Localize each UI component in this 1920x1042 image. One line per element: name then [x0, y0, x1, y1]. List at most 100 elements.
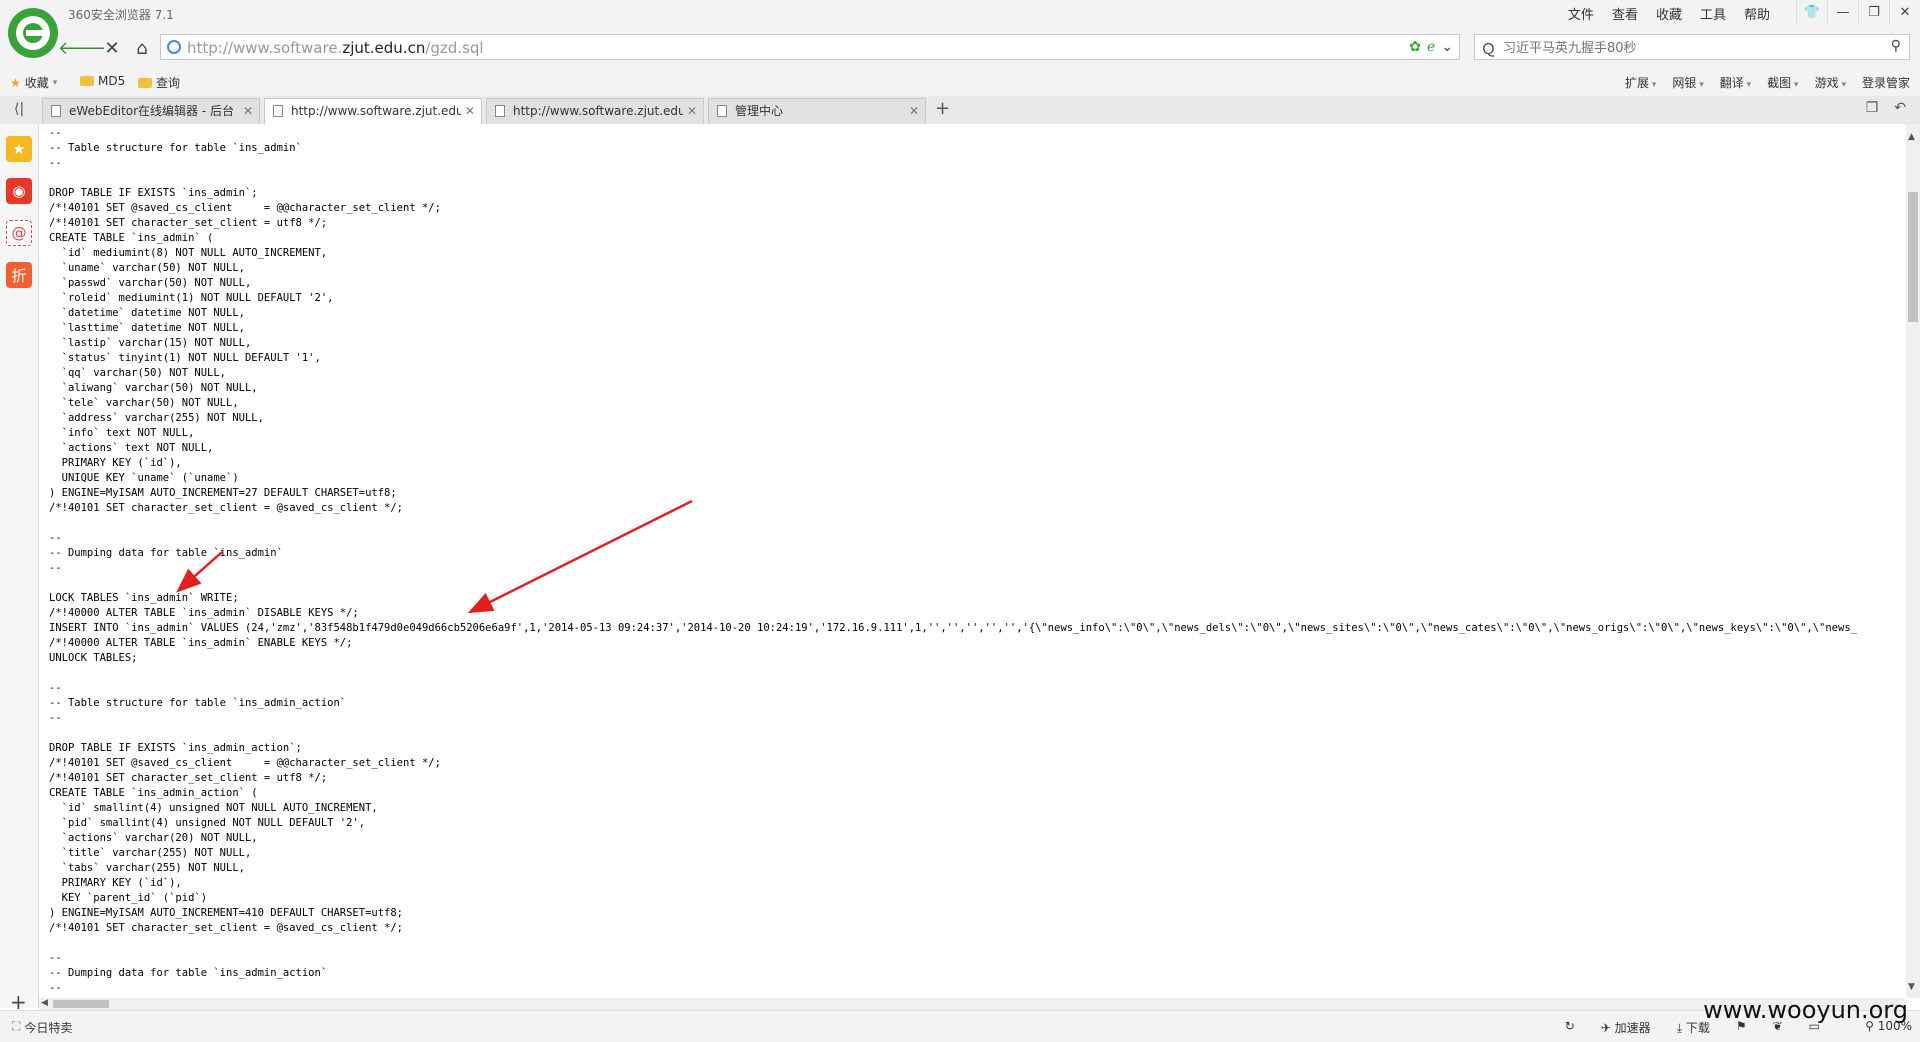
code-line: /*!40000 ALTER TABLE `ins_admin` ENABLE … [49, 637, 353, 649]
menu-help[interactable]: 帮助 [1744, 4, 1770, 23]
vertical-scroll-thumb[interactable] [1908, 192, 1918, 322]
code-line: `lastip` varchar(15) NOT NULL, [49, 337, 252, 349]
vertical-scrollbar[interactable]: ▲ ▼ [1906, 124, 1920, 998]
bookmark-query[interactable]: 查询 [138, 74, 180, 91]
close-tab-icon[interactable]: ✕ [909, 99, 919, 123]
status-bar: ⛶ 今日特卖 ↻ ✈ 加速器 ⤓ 下载 ⚑ ❦ ▭ ⚲ 100% [0, 1010, 1920, 1042]
sidebar-toggle-icon[interactable]: ⟨| [14, 101, 24, 117]
close-tab-icon[interactable]: ✕ [682, 99, 697, 123]
daily-deals-button[interactable]: ⛶ 今日特卖 [12, 1019, 72, 1036]
stop-icon[interactable]: ✕ [100, 36, 124, 60]
tab-admin-center[interactable]: 管理中心 ✕ [708, 98, 926, 124]
code-line: `lasttime` datetime NOT NULL, [49, 322, 245, 334]
page-icon [51, 105, 61, 117]
code-line: `uname` varchar(50) NOT NULL, [49, 262, 245, 274]
scroll-down-icon[interactable]: ▼ [1908, 982, 1915, 992]
code-line: DROP TABLE IF EXISTS `ins_admin`; [49, 187, 258, 199]
shirt-icon[interactable]: 👕 [1796, 0, 1827, 24]
accelerator-button[interactable]: ✈ 加速器 [1601, 1019, 1651, 1036]
code-line: -- Dumping data for table `ins_admin` [49, 547, 283, 559]
code-line: `actions` text NOT NULL, [49, 442, 214, 454]
bookmark-md5[interactable]: MD5 [80, 74, 125, 88]
search-box[interactable]: Ｑ ⚲ [1474, 34, 1910, 60]
close-icon[interactable]: ✕ [1889, 0, 1920, 24]
undo-close-icon[interactable]: ↶ [1894, 100, 1906, 116]
tab-software-site[interactable]: http://www.software.zjut.edu ✕ [486, 98, 704, 124]
code-line: CREATE TABLE `ins_admin` ( [49, 232, 214, 244]
code-line: -- Table structure for table `ins_admin_… [49, 697, 347, 709]
menu-view[interactable]: 查看 [1612, 4, 1638, 23]
code-line: ) ENGINE=MyISAM AUTO_INCREMENT=410 DEFAU… [49, 907, 404, 919]
address-icons: ✿ ℯ ⌄ [1409, 39, 1453, 55]
weibo-icon[interactable]: ◉ [6, 178, 32, 204]
code-line: /*!40101 SET character_set_client = utf8… [49, 217, 328, 229]
screenshot-button[interactable]: 截图 [1767, 74, 1798, 91]
sql-dump-text: -- -- Table structure for table `ins_adm… [49, 126, 1857, 996]
code-line: PRIMARY KEY (`id`), [49, 457, 182, 469]
extensions-button[interactable]: 扩展 [1625, 74, 1656, 91]
menu-tools[interactable]: 工具 [1700, 4, 1726, 23]
code-line: /*!40000 ALTER TABLE `ins_admin` DISABLE… [49, 607, 359, 619]
code-line: -- [49, 532, 62, 544]
new-tab-icon[interactable]: + [935, 98, 950, 119]
search-engine-icon[interactable]: Ｑ [1481, 38, 1496, 59]
page-icon [495, 105, 505, 117]
browser-logo-icon[interactable] [8, 8, 58, 58]
ie-mode-icon[interactable]: ℯ [1427, 39, 1435, 55]
code-line: LOCK TABLES `ins_admin` WRITE; [49, 592, 239, 604]
chevron-down-icon[interactable]: ⌄ [1441, 39, 1453, 55]
refresh-status-icon[interactable]: ↻ [1565, 1019, 1575, 1036]
tab-ewebeditor[interactable]: eWebEditor在线编辑器 - 后台 ✕ [42, 98, 260, 124]
games-button[interactable]: 游戏 [1815, 74, 1846, 91]
search-input[interactable] [1501, 37, 1865, 59]
home-icon[interactable]: ⌂ [130, 36, 154, 60]
tab-bar-tools: ❐ ↶ [1866, 100, 1906, 116]
code-line: /*!40101 SET character_set_client = @sav… [49, 502, 404, 514]
horizontal-scrollbar[interactable]: ◀ [39, 998, 1905, 1010]
favorites-button[interactable]: ★ 收藏 ▾ [10, 74, 57, 91]
minimize-icon[interactable]: — [1827, 0, 1858, 24]
code-line: `aliwang` varchar(50) NOT NULL, [49, 382, 258, 394]
url-text[interactable]: http://www.software.zjut.edu.cn/gzd.sql [187, 39, 484, 57]
code-line: /*!40101 SET character_set_client = @sav… [49, 922, 404, 934]
search-icon[interactable]: ⚲ [1891, 38, 1901, 54]
navigation-bar: 🡐 ✕ ⌂ http://www.software.zjut.edu.cn/gz… [0, 28, 1920, 68]
code-line: `id` mediumint(8) NOT NULL AUTO_INCREMEN… [49, 247, 328, 259]
ebank-button[interactable]: 网银 [1672, 74, 1703, 91]
window-controls: 👕 — ❐ ✕ [1796, 0, 1920, 24]
close-tab-icon[interactable]: ✕ [238, 99, 253, 123]
menu-favorites[interactable]: 收藏 [1656, 4, 1682, 23]
menu-file[interactable]: 文件 [1568, 4, 1594, 23]
code-line: -- Dumping data for table `ins_admin_act… [49, 967, 328, 979]
gift-icon: ⛶ [12, 1019, 21, 1033]
tab-sql-file[interactable]: http://www.software.zjut.edu ✕ [264, 98, 482, 125]
code-line: /*!40101 SET @saved_cs_client = @@charac… [49, 757, 441, 769]
mail-icon[interactable]: @ [6, 220, 32, 246]
translate-button[interactable]: 翻译 [1720, 74, 1751, 91]
close-tab-icon[interactable]: ✕ [460, 99, 475, 123]
code-line: CREATE TABLE `ins_admin_action` ( [49, 787, 258, 799]
tab-list-icon[interactable]: ❐ [1866, 100, 1879, 116]
watermark: www.wooyun.org [1703, 996, 1908, 1024]
code-line: -- [49, 157, 62, 169]
maximize-icon[interactable]: ❐ [1858, 0, 1889, 24]
favorites-star-icon[interactable]: ★ [6, 136, 32, 162]
code-line: /*!40101 SET character_set_client = utf8… [49, 772, 328, 784]
code-line: ) ENGINE=MyISAM AUTO_INCREMENT=27 DEFAUL… [49, 487, 397, 499]
scroll-up-icon[interactable]: ▲ [1908, 132, 1915, 142]
back-arrow-icon[interactable]: 🡐 [58, 36, 106, 60]
code-line: `address` varchar(255) NOT NULL, [49, 412, 264, 424]
menu-bar: 文件 查看 收藏 工具 帮助 [1568, 4, 1770, 23]
discount-icon[interactable]: 折 [6, 262, 32, 288]
bookmarks-bar: ★ 收藏 ▾ MD5 查询 扩展 网银 翻译 截图 游戏 登录管家 [0, 68, 1920, 96]
scroll-left-icon[interactable]: ◀ [41, 998, 48, 1008]
code-line: `roleid` mediumint(1) NOT NULL DEFAULT '… [49, 292, 334, 304]
address-bar[interactable]: http://www.software.zjut.edu.cn/gzd.sql … [160, 34, 1460, 60]
horizontal-scroll-thumb[interactable] [53, 1000, 109, 1008]
login-manager-button[interactable]: 登录管家 [1862, 74, 1910, 91]
code-line: `title` varchar(255) NOT NULL, [49, 847, 252, 859]
code-line: UNLOCK TABLES; [49, 652, 138, 664]
security-icon[interactable]: ✿ [1409, 39, 1421, 55]
code-line: -- [49, 952, 62, 964]
page-icon [717, 105, 727, 117]
